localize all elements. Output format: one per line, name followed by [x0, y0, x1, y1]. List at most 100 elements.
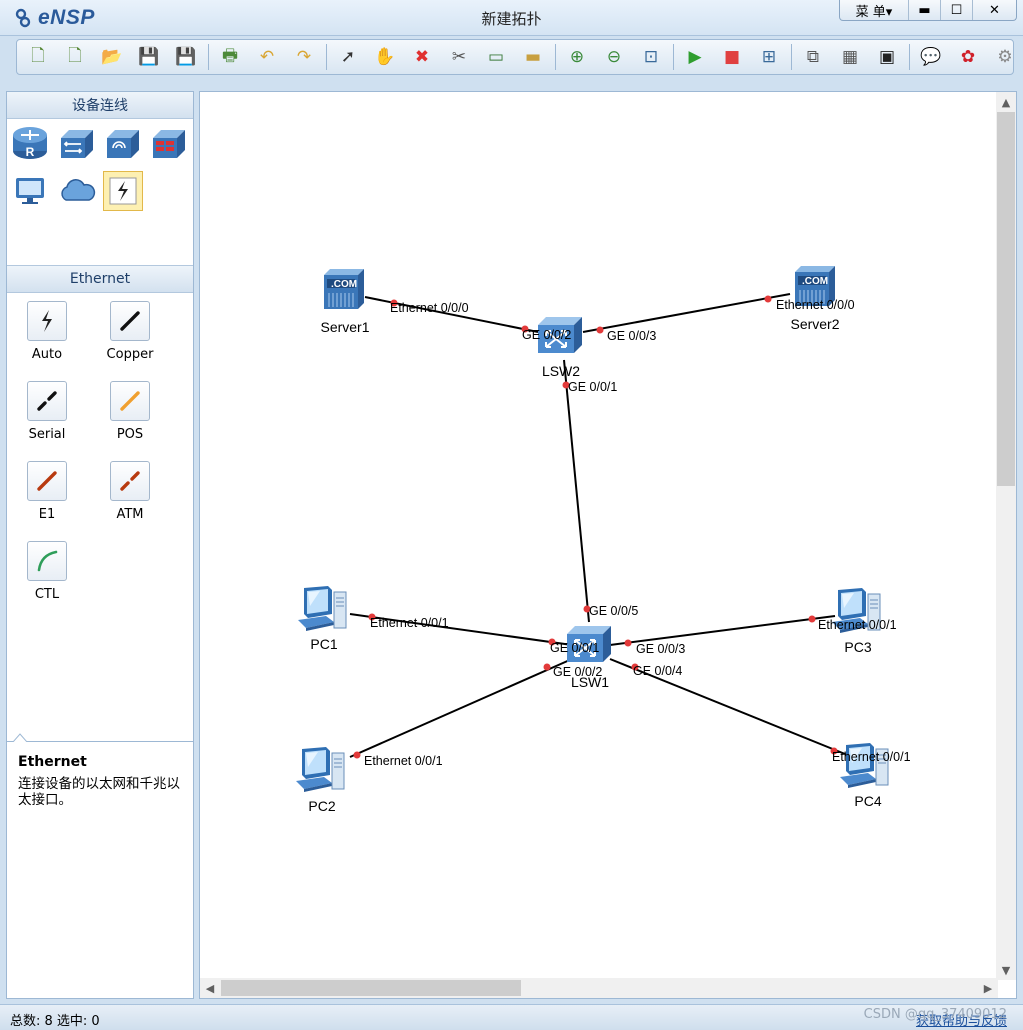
cable-atm[interactable]: ATM	[100, 461, 160, 522]
fit-icon[interactable]: ⊡	[636, 43, 666, 71]
print-icon[interactable]: 🖶	[215, 43, 245, 71]
topology-icon[interactable]: ⧉	[798, 43, 828, 71]
title-bar: eNSP 新建拓扑 菜 单▾ ▬ ☐ ✕	[0, 0, 1023, 36]
port-label-lsw1-ge4: GE 0/0/4	[633, 664, 682, 678]
link-lsw2-lsw1	[563, 359, 590, 623]
topology-canvas[interactable]: .COM .COM Server1 Server2 LSW2 LSW1 PC1 …	[199, 91, 1017, 999]
toolbar-separator	[208, 44, 209, 70]
start-icon[interactable]: ▶	[680, 43, 710, 71]
cable-label: Auto	[31, 347, 63, 362]
cable-e1[interactable]: E1	[17, 461, 77, 522]
cable-serial-icon[interactable]	[27, 381, 67, 421]
cable-auto-icon[interactable]	[27, 301, 67, 341]
port-label-lsw2-ge2: GE 0/0/2	[522, 328, 571, 342]
cloud-category-icon[interactable]	[57, 171, 97, 211]
cable-label: E1	[38, 507, 56, 522]
cable-serial[interactable]: Serial	[17, 381, 77, 442]
devices-header: 设备连线	[7, 92, 193, 119]
scroll-down-icon[interactable]: ▼	[997, 961, 1015, 979]
horizontal-scroll-thumb[interactable]	[221, 980, 521, 996]
wlan-category-icon[interactable]	[103, 123, 143, 163]
terminal-icon[interactable]: ▣	[872, 43, 902, 71]
minimize-button[interactable]: ▬	[908, 0, 940, 20]
undo-icon[interactable]: ↶	[252, 43, 282, 71]
redo-icon[interactable]: ↷	[289, 43, 319, 71]
cable-ctl-icon[interactable]	[27, 541, 67, 581]
pointer-tab-icon	[13, 733, 27, 742]
close-button[interactable]: ✕	[972, 0, 1016, 20]
pc2-label: PC2	[308, 798, 335, 814]
new-lab-icon[interactable]: 🗋	[60, 43, 90, 71]
save-icon[interactable]: 💾	[134, 43, 164, 71]
stop-icon[interactable]: ■	[717, 43, 747, 71]
connection-category-icon[interactable]	[103, 171, 143, 211]
settings-icon[interactable]: ⚙	[990, 43, 1020, 71]
port-label-lsw1-ge3: GE 0/0/3	[636, 642, 685, 656]
new-topology-icon[interactable]: 🗋	[23, 43, 53, 71]
toolbar-separator	[909, 44, 910, 70]
description-title: Ethernet	[18, 754, 87, 770]
huawei-icon[interactable]: ✿	[953, 43, 983, 71]
cable-copper-icon[interactable]	[110, 301, 150, 341]
palette-icon[interactable]: ▬	[518, 43, 548, 71]
zoom-in-icon[interactable]: ⊕	[562, 43, 592, 71]
switch-category-icon[interactable]	[57, 123, 97, 163]
zoom-out-icon[interactable]: ⊖	[599, 43, 629, 71]
pc-category-icon[interactable]	[10, 171, 50, 211]
server1-label: Server1	[320, 319, 369, 335]
link-lsw1-pc3	[609, 615, 836, 646]
vertical-scrollbar[interactable]: ▲ ▼	[996, 92, 1016, 980]
cable-auto[interactable]: Auto	[17, 301, 77, 362]
port-label-server1-eth: Ethernet 0/0/0	[390, 301, 469, 315]
port-label-lsw1-ge5: GE 0/0/5	[589, 604, 638, 618]
window-controls: 菜 单▾ ▬ ☐ ✕	[839, 0, 1017, 21]
router-category-icon[interactable]: R	[10, 123, 50, 163]
save-as-icon[interactable]: 💾	[171, 43, 201, 71]
menu-button[interactable]: 菜 单▾	[840, 0, 908, 20]
watermark: CSDN @qq_37409012	[863, 1007, 1007, 1022]
select-icon[interactable]: ➚	[333, 43, 363, 71]
horizontal-scrollbar[interactable]: ◀ ▶	[200, 978, 998, 998]
pc2-node[interactable]	[295, 746, 345, 793]
toolbar-separator	[326, 44, 327, 70]
scroll-right-icon[interactable]: ▶	[979, 979, 997, 997]
cable-pos[interactable]: POS	[100, 381, 160, 442]
cable-copper[interactable]: Copper	[100, 301, 160, 362]
cable-e1-icon[interactable]	[27, 461, 67, 501]
delete-icon[interactable]: ✖	[407, 43, 437, 71]
link-lsw2-server2	[582, 293, 791, 333]
delete-link-icon[interactable]: ✂	[444, 43, 474, 71]
server1-badge: .COM	[331, 279, 357, 290]
toolbar: 🗋🗋📂💾💾🖶↶↷➚✋✖✂▭▬⊕⊖⊡▶■⊞⧉▦▣💬✿⚙?	[16, 39, 1014, 75]
cables-header: Ethernet	[7, 266, 193, 293]
cable-atm-icon[interactable]	[110, 461, 150, 501]
svg-text:R: R	[26, 145, 35, 159]
cable-label: POS	[116, 427, 144, 442]
port-label-lsw2-ge3: GE 0/0/3	[607, 329, 656, 343]
device-category-grid: R	[7, 119, 193, 266]
link-pc2-lsw1	[349, 658, 573, 758]
port-label-pc1-eth: Ethernet 0/0/1	[370, 616, 449, 630]
pc1-node[interactable]	[297, 585, 347, 632]
left-panel: 设备连线 R Ethernet Auto Copper Serial POS E1 ATM…	[6, 91, 194, 999]
open-icon[interactable]: 📂	[97, 43, 127, 71]
toolbar-separator	[791, 44, 792, 70]
text-icon[interactable]: ▭	[481, 43, 511, 71]
server2-label: Server2	[790, 316, 839, 332]
chat-icon[interactable]: 💬	[916, 43, 946, 71]
topology-diagram[interactable]: .COM .COM Server1 Server2 LSW2 LSW1 PC1 …	[200, 92, 998, 980]
toolbar-separator	[673, 44, 674, 70]
cable-pos-icon[interactable]	[110, 381, 150, 421]
vertical-scroll-thumb[interactable]	[997, 112, 1015, 486]
cable-label: ATM	[116, 507, 144, 522]
scroll-left-icon[interactable]: ◀	[201, 979, 219, 997]
capture-icon[interactable]: ⊞	[754, 43, 784, 71]
table-icon[interactable]: ▦	[835, 43, 865, 71]
pan-icon[interactable]: ✋	[370, 43, 400, 71]
cable-ctl[interactable]: CTL	[17, 541, 77, 602]
firewall-category-icon[interactable]	[149, 123, 189, 163]
scroll-up-icon[interactable]: ▲	[997, 93, 1015, 111]
status-bar: 总数: 8 选中: 0 获取帮助与反馈 CSDN @qq_37409012	[0, 1004, 1023, 1030]
toolbar-separator	[555, 44, 556, 70]
maximize-button[interactable]: ☐	[940, 0, 972, 20]
